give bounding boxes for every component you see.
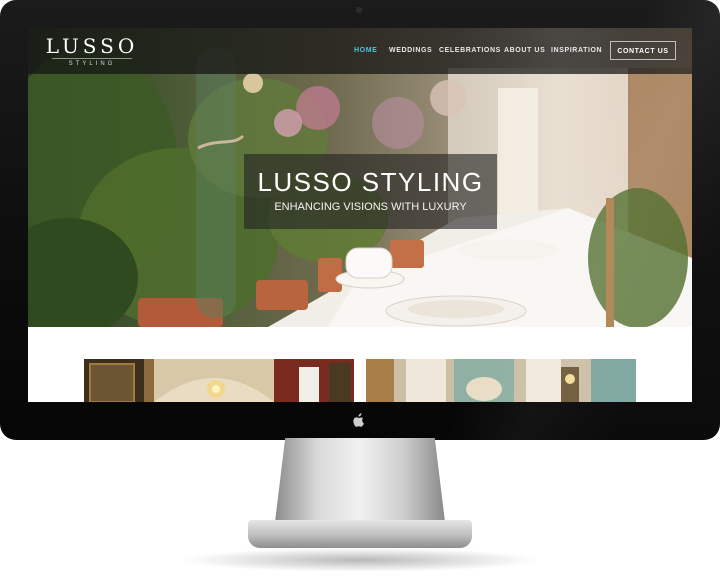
hall-photo	[366, 359, 636, 402]
browser-screen: LUSSO STYLING HOME WEDDINGS CELEBRATIONS…	[28, 28, 692, 402]
nav-item-weddings[interactable]: WEDDINGS	[389, 47, 432, 54]
nav-item-home[interactable]: HOME	[354, 47, 377, 54]
site-navbar: LUSSO STYLING HOME WEDDINGS CELEBRATIONS…	[28, 28, 692, 74]
nav-item-inspiration[interactable]: INSPIRATION	[551, 47, 602, 54]
gallery-thumbnail-ballroom[interactable]	[84, 359, 354, 402]
monitor-stand	[275, 438, 445, 522]
nav-item-about-us[interactable]: ABOUT US	[504, 47, 545, 54]
hero-image: LUSSO STYLING HOME WEDDINGS CELEBRATIONS…	[28, 28, 692, 327]
logo-wordmark: LUSSO	[45, 34, 139, 58]
monitor-shadow	[180, 548, 540, 572]
contact-us-button[interactable]: CONTACT US	[610, 41, 676, 60]
monitor-bezel: LUSSO STYLING HOME WEDDINGS CELEBRATIONS…	[0, 0, 720, 440]
logo-subtitle: STYLING	[52, 58, 132, 69]
camera-icon	[356, 7, 362, 13]
ballroom-photo	[84, 359, 354, 402]
monitor-base	[248, 520, 472, 548]
hero-title-box: LUSSO STYLING ENHANCING VISIONS WITH LUX…	[244, 154, 497, 229]
hero-tagline: ENHANCING VISIONS WITH LUXURY	[274, 201, 467, 213]
apple-icon	[353, 413, 364, 427]
gallery-thumbnail-hall[interactable]	[366, 359, 636, 402]
hero-title: LUSSO STYLING	[257, 167, 484, 197]
site-logo[interactable]: LUSSO STYLING	[44, 35, 140, 69]
nav-item-celebrations[interactable]: CELEBRATIONS	[439, 47, 501, 54]
